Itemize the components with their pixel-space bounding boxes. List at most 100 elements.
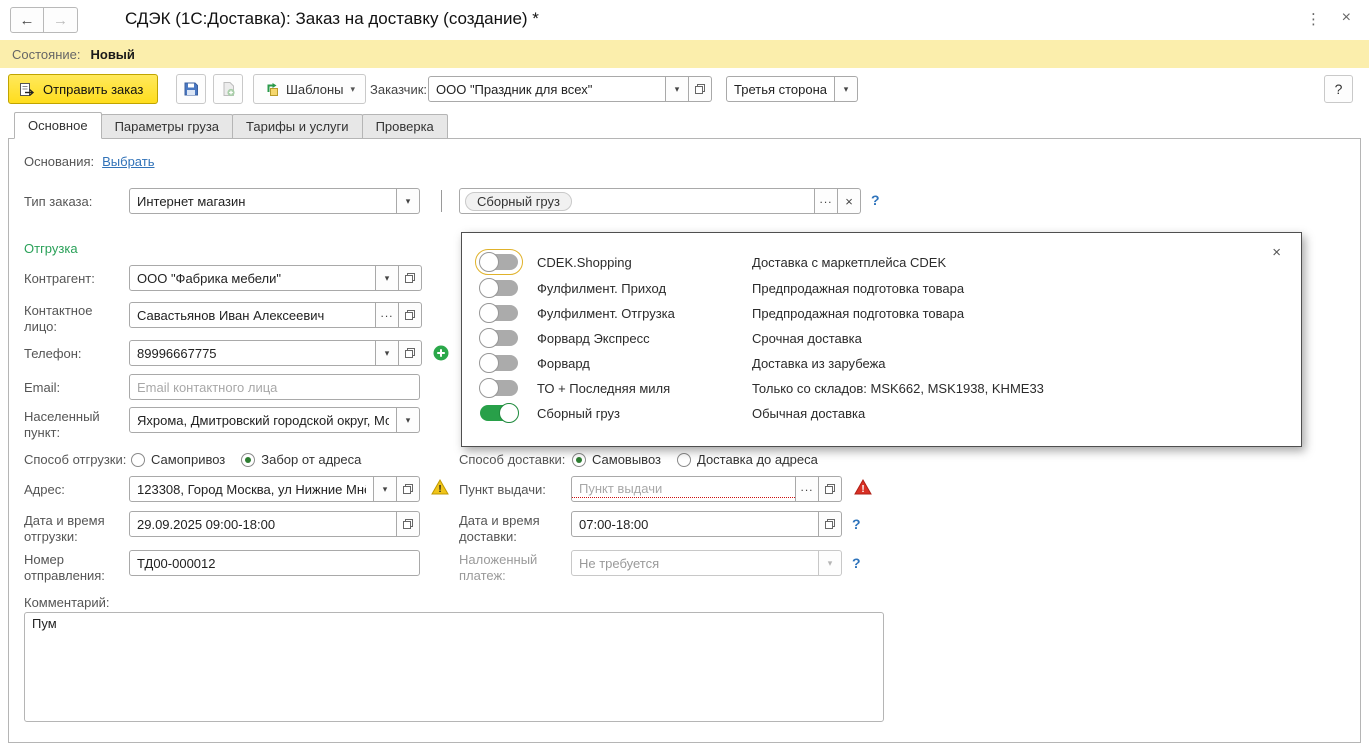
copy-button[interactable] xyxy=(213,74,243,104)
svg-text:!: ! xyxy=(861,484,864,495)
email-label: Email: xyxy=(24,380,61,395)
shipment-number-label: Номер отправления: xyxy=(24,552,105,583)
tab-check[interactable]: Проверка xyxy=(361,114,448,139)
forward-button[interactable]: → xyxy=(44,7,78,33)
contact-input[interactable] xyxy=(130,307,375,323)
delivery-method-radios: Самовывоз Доставка до адреса xyxy=(572,451,834,468)
tariff-tag-area[interactable]: Сборный груз xyxy=(459,188,815,214)
address-dropdown-button[interactable]: ▾ xyxy=(374,476,397,502)
shipping-datetime-open-button[interactable] xyxy=(397,511,420,537)
counterparty-field: ▾ xyxy=(129,265,422,291)
phone-field: ▾ xyxy=(129,340,422,366)
counterparty-label: Контрагент: xyxy=(24,271,95,286)
address-input[interactable] xyxy=(130,481,373,497)
delivery-datetime-help-icon[interactable]: ? xyxy=(852,516,861,532)
templates-button[interactable]: Шаблоны ▾ xyxy=(253,74,367,104)
counterparty-dropdown-button[interactable]: ▾ xyxy=(376,265,399,291)
delivery-datetime-open-button[interactable] xyxy=(819,511,842,537)
cod-input xyxy=(572,555,818,571)
shipment-number-input[interactable] xyxy=(130,555,419,571)
tab-tariffs-services[interactable]: Тарифы и услуги xyxy=(232,114,363,139)
pickup-point-open-button[interactable] xyxy=(819,476,842,502)
order-type-dropdown-button[interactable]: ▾ xyxy=(397,188,420,214)
tariff-option-name: Фулфилмент. Отгрузка xyxy=(537,306,675,321)
back-icon: ← xyxy=(19,11,35,29)
tariff-tag[interactable]: Сборный груз xyxy=(465,191,572,211)
toggle-switch[interactable] xyxy=(475,249,523,275)
email-field xyxy=(129,374,420,400)
customer-input[interactable] xyxy=(429,81,665,97)
toggle-switch[interactable] xyxy=(480,403,519,423)
toggle-switch[interactable] xyxy=(479,353,518,373)
save-button[interactable] xyxy=(176,74,206,104)
phone-label: Телефон: xyxy=(24,346,82,361)
delivery-method-label: Способ доставки: xyxy=(459,452,566,467)
address-warning-icon: ! xyxy=(431,479,449,495)
tariff-help-icon[interactable]: ? xyxy=(871,192,880,208)
window-close-icon[interactable]: × xyxy=(1342,9,1351,27)
back-button[interactable]: ← xyxy=(10,7,44,33)
phone-dropdown-button[interactable]: ▾ xyxy=(376,340,399,366)
toggle-switch[interactable] xyxy=(479,278,518,298)
radio-self-dropoff[interactable]: Самопривоз xyxy=(131,452,225,467)
tab-label: Основное xyxy=(28,118,88,133)
city-input[interactable] xyxy=(130,412,396,428)
radio-self-pickup[interactable]: Самовывоз xyxy=(572,452,661,467)
tariff-clear-button[interactable]: × xyxy=(838,188,861,214)
pickup-point-more-button[interactable]: ... xyxy=(796,476,819,502)
open-form-icon xyxy=(403,519,413,529)
tab-cargo-params[interactable]: Параметры груза xyxy=(100,114,234,139)
shipping-datetime-field xyxy=(129,511,420,537)
tariff-option-name: Форвард Экспресс xyxy=(537,331,650,346)
cod-help-icon[interactable]: ? xyxy=(852,555,861,571)
open-form-icon xyxy=(825,519,835,529)
tariff-option-row: Фулфилмент. Приход Предпродажная подгото… xyxy=(462,278,1301,302)
shipping-datetime-input[interactable] xyxy=(130,516,396,532)
tariff-option-name: ТО + Последняя миля xyxy=(537,381,671,396)
toggle-switch[interactable] xyxy=(479,328,518,348)
third-party-input[interactable] xyxy=(727,81,834,97)
third-party-dropdown-button[interactable]: ▾ xyxy=(835,76,858,102)
contact-more-button[interactable]: ... xyxy=(376,302,399,328)
delivery-datetime-field xyxy=(571,511,842,537)
tariff-field: Сборный груз ... × xyxy=(459,188,861,214)
radio-pickup-from-address[interactable]: Забор от адреса xyxy=(241,452,361,467)
tariff-more-button[interactable]: ... xyxy=(815,188,838,214)
address-open-button[interactable] xyxy=(397,476,420,502)
contact-open-button[interactable] xyxy=(399,302,422,328)
radio-delivery-to-address[interactable]: Доставка до адреса xyxy=(677,452,818,467)
open-form-icon xyxy=(825,484,835,494)
order-type-input[interactable] xyxy=(130,193,396,209)
title-bar: ← → СДЭК (1С:Доставка): Заказ на доставк… xyxy=(0,0,1369,40)
customer-dropdown-button[interactable]: ▾ xyxy=(666,76,689,102)
help-label: ? xyxy=(1334,81,1343,97)
add-phone-icon[interactable] xyxy=(433,345,449,361)
counterparty-open-button[interactable] xyxy=(399,265,422,291)
toggle-switch[interactable] xyxy=(479,303,518,323)
tab-label: Тарифы и услуги xyxy=(246,119,349,134)
status-bar: Состояние: Новый xyxy=(0,40,1369,68)
city-dropdown-button[interactable]: ▾ xyxy=(397,407,420,433)
phone-open-button[interactable] xyxy=(399,340,422,366)
counterparty-input[interactable] xyxy=(130,270,375,286)
pickup-point-input[interactable] xyxy=(572,480,795,498)
tab-main[interactable]: Основное xyxy=(14,112,102,139)
delivery-datetime-input[interactable] xyxy=(572,516,818,532)
comment-textarea[interactable]: Пум xyxy=(24,612,884,722)
open-form-icon xyxy=(405,273,415,283)
customer-label: Заказчик: xyxy=(370,82,428,97)
shipping-method-label: Способ отгрузки: xyxy=(24,452,127,467)
more-menu-icon[interactable]: ⋮ xyxy=(1306,10,1321,28)
customer-open-button[interactable] xyxy=(689,76,712,102)
main-form: Основания: Выбрать Тип заказа: ▾ Сборный… xyxy=(8,138,1361,743)
tariff-option-name: Форвард xyxy=(537,356,590,371)
phone-input[interactable] xyxy=(130,345,375,361)
basis-choose-link[interactable]: Выбрать xyxy=(102,154,154,169)
email-input[interactable] xyxy=(130,379,419,395)
open-form-icon xyxy=(695,84,705,94)
ellipsis-icon: ... xyxy=(819,192,833,206)
help-button[interactable]: ? xyxy=(1324,75,1353,103)
send-order-button[interactable]: Отправить заказ xyxy=(8,74,159,104)
chevron-down-icon: ▾ xyxy=(827,557,833,568)
toggle-switch[interactable] xyxy=(479,378,518,398)
